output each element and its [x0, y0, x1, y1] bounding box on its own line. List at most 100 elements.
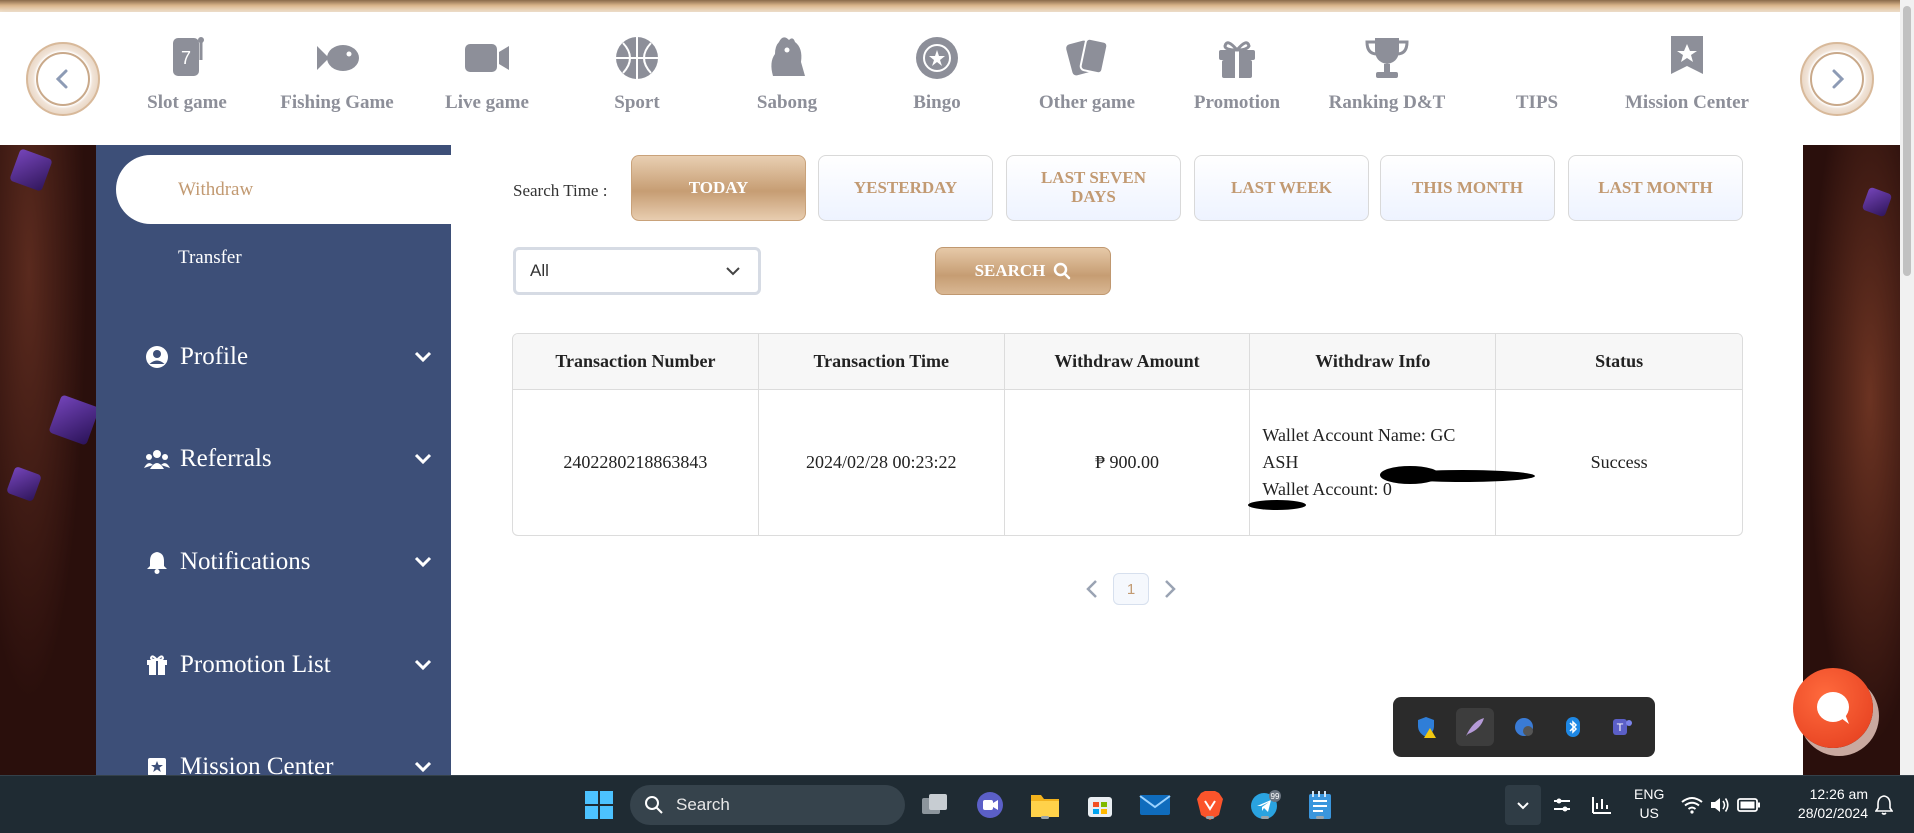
sidebar-menu-promotion-list[interactable]: Promotion List: [144, 645, 434, 685]
show-hidden-icons-button[interactable]: [1505, 785, 1541, 825]
slot-icon: 7: [173, 37, 204, 76]
nav-item-fishing-game[interactable]: Fishing Game: [262, 32, 412, 137]
taskbar-app-meet[interactable]: [973, 788, 1007, 822]
time-filter-last-month[interactable]: LAST MONTH: [1568, 155, 1743, 221]
time-filter-today[interactable]: TODAY: [631, 155, 806, 221]
user-circle-icon: [144, 344, 170, 370]
sidebar-sub-withdraw[interactable]: Withdraw: [116, 155, 451, 224]
taskbar-app-notepad[interactable]: [1303, 788, 1337, 822]
running-indicator: [1206, 816, 1214, 819]
scrollbar-thumb[interactable]: [1903, 6, 1911, 276]
task-view-icon: [922, 794, 947, 814]
tray-app-settings[interactable]: [1545, 788, 1579, 822]
taskbar-clock[interactable]: 12:26 am 28/02/2024: [1788, 785, 1868, 823]
task-view-button[interactable]: [918, 788, 952, 822]
search-icon: [1054, 262, 1071, 280]
taskbar-search[interactable]: Search: [630, 785, 905, 825]
language-indicator[interactable]: ENG US: [1634, 785, 1664, 823]
time-filter-yesterday[interactable]: YESTERDAY: [818, 155, 993, 221]
sidebar-menu-profile[interactable]: Profile: [144, 337, 434, 377]
tray-item-bluetooth[interactable]: [1554, 708, 1592, 746]
tray-item-pen[interactable]: [1455, 708, 1494, 746]
taskbar-app-brave[interactable]: [1193, 788, 1227, 822]
windows-taskbar: Search 99 ENG US 12:26 am 28/02/2024: [0, 775, 1914, 833]
search-icon: [645, 796, 663, 814]
wifi-status[interactable]: [1680, 788, 1704, 822]
table-row: 2402280218863843 2024/02/28 00:23:22 ₱ 9…: [513, 390, 1742, 535]
redaction-mark: [1248, 500, 1307, 510]
trophy-icon: [1365, 38, 1409, 78]
wallet-account-name: Wallet Account Name: GC ASH: [1262, 425, 1456, 472]
running-indicator: [1041, 816, 1049, 819]
nav-item-mission-center[interactable]: Mission Center: [1612, 32, 1762, 137]
speaker-icon: [1711, 798, 1729, 812]
time-filter-this-month[interactable]: THIS MONTH: [1380, 155, 1555, 221]
nav-item-bingo[interactable]: Bingo: [862, 32, 1012, 137]
chevron-down-icon: [726, 267, 740, 276]
page-scrollbar[interactable]: [1900, 0, 1914, 775]
taskbar-app-telegram[interactable]: 99: [1248, 788, 1282, 822]
top-gold-strip: [0, 0, 1914, 12]
taskbar-app-file-explorer[interactable]: [1028, 788, 1062, 822]
tray-item-teams[interactable]: T: [1603, 708, 1641, 746]
nav-item-sport[interactable]: Sport: [562, 32, 712, 137]
nav-item-other-game[interactable]: Other game: [1012, 32, 1162, 137]
chevron-right-icon[interactable]: [1163, 579, 1177, 599]
tray-item-security[interactable]: [1407, 708, 1445, 746]
sidebar-menu-notifications[interactable]: Notifications: [144, 542, 434, 582]
sidebar-menu-mission-center[interactable]: Mission Center: [144, 747, 434, 775]
start-button[interactable]: [582, 788, 616, 822]
people-icon: [144, 446, 170, 472]
background-left: [0, 145, 100, 775]
nav-item-tips[interactable]: TIPS: [1462, 32, 1612, 137]
chevron-left-icon: [55, 69, 68, 89]
nav-next-button[interactable]: [1800, 42, 1874, 116]
taskbar-app-store[interactable]: [1083, 788, 1117, 822]
game-category-nav: 7 Slot game Fishing Game Live game Sport…: [0, 12, 1914, 145]
running-indicator: [1316, 816, 1324, 819]
sidebar-sub-transfer[interactable]: Transfer: [178, 247, 242, 269]
volume-status[interactable]: [1708, 788, 1732, 822]
nav-prev-button[interactable]: [26, 42, 100, 116]
basketball-icon: [616, 37, 658, 79]
pagination: 1: [1085, 573, 1177, 605]
tray-item-app[interactable]: [1505, 708, 1543, 746]
nav-item-live-game[interactable]: Live game: [412, 32, 562, 137]
battery-status[interactable]: [1736, 788, 1762, 822]
tray-overflow-flyout: T: [1393, 697, 1655, 757]
chevron-up-icon: [1517, 802, 1529, 810]
teams-icon: T: [1613, 719, 1633, 735]
transaction-status: Success: [1590, 452, 1648, 472]
battery-icon: [1737, 798, 1760, 812]
chevron-down-icon: [414, 659, 432, 671]
windows-logo-icon: [585, 791, 613, 819]
bingo-ball-icon: [916, 37, 958, 79]
time-filter-last-week[interactable]: LAST WEEK: [1194, 155, 1369, 221]
chevron-left-icon[interactable]: [1085, 579, 1099, 599]
nav-item-promotion[interactable]: Promotion: [1162, 32, 1312, 137]
gem-decoration: [1861, 186, 1893, 218]
rooster-icon: [771, 37, 805, 76]
gem-decoration: [9, 148, 53, 192]
time-filter-last-seven-days[interactable]: LAST SEVEN DAYS: [1006, 155, 1181, 221]
page-number[interactable]: 1: [1113, 573, 1149, 605]
chart-icon: [1592, 797, 1611, 814]
transaction-number: 2402280218863843: [513, 390, 759, 535]
chevron-down-icon: [414, 351, 432, 363]
notification-center-button[interactable]: [1872, 788, 1896, 822]
nav-item-ranking[interactable]: Ranking D&T: [1312, 32, 1462, 137]
transaction-time: 2024/02/28 00:23:22: [759, 390, 1005, 535]
tips-icon: [1511, 32, 1563, 84]
nav-item-slot-game[interactable]: 7 Slot game: [112, 32, 262, 137]
column-header: Withdraw Info: [1250, 334, 1497, 389]
table-header: Transaction Number Transaction Time With…: [513, 334, 1742, 390]
live-chat-button[interactable]: [1793, 668, 1873, 748]
search-button[interactable]: SEARCH: [935, 247, 1111, 295]
withdraw-history-panel: Search Time : TODAY YESTERDAY LAST SEVEN…: [451, 145, 1803, 775]
taskbar-app-mail[interactable]: [1138, 788, 1172, 822]
sidebar-menu-referrals[interactable]: Referrals: [144, 439, 434, 479]
nav-item-sabong[interactable]: Sabong: [712, 32, 862, 137]
tray-app-monitor[interactable]: [1585, 788, 1619, 822]
type-select[interactable]: All: [513, 247, 761, 295]
bell-icon: [1875, 795, 1893, 815]
